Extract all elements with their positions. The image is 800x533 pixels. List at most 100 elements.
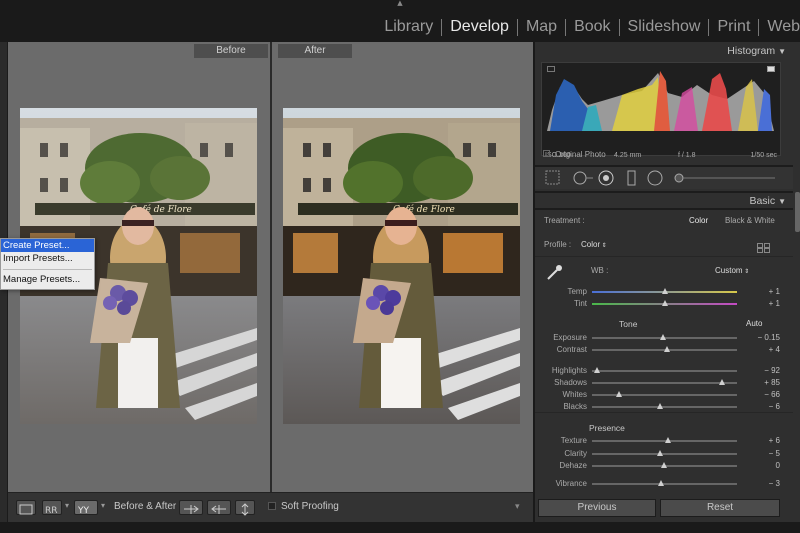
white-balance-eyedropper-icon[interactable] <box>544 262 564 282</box>
soft-proofing-checkbox[interactable] <box>268 502 276 510</box>
module-develop[interactable]: Develop <box>450 18 509 36</box>
treatment-color-option[interactable]: Color <box>689 216 708 225</box>
before-after-label: Before & After : <box>114 501 182 512</box>
copy-after-to-before-button[interactable] <box>207 500 231 515</box>
clarity-label: Clarity <box>564 449 587 458</box>
contrast-label: Contrast <box>556 345 587 354</box>
reset-button[interactable]: Reset <box>660 499 780 517</box>
blacks-label: Blacks <box>563 402 587 411</box>
collapse-top-panel-icon[interactable]: ▲ <box>395 0 405 7</box>
swap-before-after-button[interactable] <box>235 500 255 516</box>
whites-slider-thumb[interactable] <box>616 391 623 397</box>
shadows-label: Shadows <box>554 378 587 387</box>
graduated-filter-icon[interactable] <box>627 170 636 186</box>
blacks-slider[interactable] <box>592 406 737 408</box>
highlights-value[interactable]: − 92 <box>750 366 780 375</box>
treatment-bw-option[interactable]: Black & White <box>725 216 775 225</box>
dehaze-slider-thumb[interactable] <box>661 462 667 468</box>
copy-before-to-after-button[interactable] <box>179 500 203 515</box>
toolbar-menu-arrow-icon[interactable]: ▾ <box>515 501 520 512</box>
basic-header[interactable]: Basic ▼ <box>535 195 792 207</box>
clarity-value[interactable]: − 5 <box>750 449 780 458</box>
whites-value[interactable]: − 66 <box>750 390 780 399</box>
module-print[interactable]: Print <box>717 18 750 36</box>
before-after-view-icon[interactable]: RR <box>42 500 62 516</box>
histogram-header[interactable]: Histogram ▼ <box>535 45 792 57</box>
highlight-clipping-indicator[interactable] <box>767 66 775 72</box>
wb-label: WB : <box>591 266 609 275</box>
tone-label: Tone <box>619 319 638 329</box>
menu-separator <box>3 269 92 270</box>
profile-select[interactable]: Color ⇕ <box>581 240 607 249</box>
loupe-view-button[interactable] <box>16 500 36 515</box>
vibrance-slider-thumb[interactable] <box>658 480 665 486</box>
shadows-slider-thumb[interactable] <box>719 379 725 385</box>
exposure-slider-thumb[interactable] <box>659 334 666 340</box>
dehaze-value[interactable]: 0 <box>750 461 780 470</box>
module-book[interactable]: Book <box>574 18 610 36</box>
contrast-value[interactable]: + 4 <box>750 345 780 354</box>
shadows-slider[interactable] <box>592 382 737 384</box>
original-photo-label: Original Photo <box>555 150 606 159</box>
panel-collapse-triangle-icon: ▼ <box>778 47 786 56</box>
manage-presets-menu-item[interactable]: Manage Presets... <box>1 273 94 286</box>
panel-divider <box>535 191 793 193</box>
texture-label: Texture <box>560 436 587 445</box>
crop-overlay-icon[interactable] <box>545 170 560 185</box>
tint-value[interactable]: + 1 <box>750 299 780 308</box>
compare-dropdown-arrow-icon[interactable]: ▾ <box>101 501 105 510</box>
basic-title: Basic <box>749 195 776 207</box>
import-presets-menu-item[interactable]: Import Presets... <box>1 252 94 265</box>
profile-browser-grid-icon[interactable] <box>757 238 771 253</box>
blacks-slider-thumb[interactable] <box>656 403 663 409</box>
vibrance-value[interactable]: − 3 <box>750 479 780 488</box>
texture-slider-thumb[interactable] <box>665 437 672 443</box>
clarity-slider-thumb[interactable] <box>656 450 663 456</box>
module-web[interactable]: Web <box>767 18 800 36</box>
blacks-value[interactable]: − 6 <box>750 402 780 411</box>
presence-label: Presence <box>589 423 625 433</box>
vibrance-slider[interactable] <box>592 483 737 485</box>
view-dropdown-arrow-icon[interactable]: ▾ <box>65 501 69 510</box>
module-separator <box>516 18 518 36</box>
filmstrip-collapsed[interactable] <box>0 522 800 533</box>
dehaze-label: Dehaze <box>559 461 587 470</box>
focal-length-readout: 4.25 mm <box>614 152 642 159</box>
red-eye-correction-icon[interactable] <box>598 170 614 186</box>
module-library[interactable]: Library <box>384 18 433 36</box>
shadow-clipping-indicator[interactable] <box>547 66 555 72</box>
original-photo-indicator <box>543 150 550 157</box>
previous-button[interactable]: Previous <box>538 499 656 517</box>
after-pane: After Café de Flore <box>272 42 533 492</box>
tint-slider-thumb[interactable] <box>662 300 669 306</box>
spot-removal-icon[interactable] <box>573 171 593 185</box>
whites-slider[interactable] <box>592 394 737 396</box>
contrast-slider-thumb[interactable] <box>663 346 670 352</box>
temp-slider-thumb[interactable] <box>662 288 669 294</box>
module-map[interactable]: Map <box>526 18 557 36</box>
tone-auto-button[interactable]: Auto <box>746 319 762 328</box>
before-label: Before <box>194 44 268 58</box>
temp-label: Temp <box>567 287 587 296</box>
wb-select[interactable]: Custom ⇕ <box>715 266 749 275</box>
module-picker-bar: ▲ Library Develop Map Book Slideshow Print Web <box>0 0 800 42</box>
shadows-value[interactable]: + 85 <box>750 378 780 387</box>
before-after-side-by-side-button[interactable]: YY <box>74 500 98 516</box>
panel-collapse-triangle-icon: ▼ <box>778 197 786 206</box>
highlights-slider-thumb[interactable] <box>594 367 601 373</box>
highlights-slider[interactable] <box>592 370 737 372</box>
exposure-value[interactable]: − 0.15 <box>750 333 780 342</box>
adjustment-brush-icon[interactable] <box>674 173 775 183</box>
radial-filter-icon[interactable] <box>647 170 663 186</box>
histogram-graph <box>547 71 774 131</box>
create-preset-menu-item[interactable]: Create Preset... <box>1 239 94 252</box>
clarity-slider[interactable] <box>592 453 737 455</box>
section-divider <box>535 256 793 257</box>
stepper-arrows-icon: ⇕ <box>742 269 750 275</box>
texture-value[interactable]: + 6 <box>750 436 780 445</box>
temp-value[interactable]: + 1 <box>750 287 780 296</box>
module-separator <box>708 18 710 36</box>
histogram: ISO 160 4.25 mm f / 1.8 1/50 sec <box>541 62 781 159</box>
module-slideshow[interactable]: Slideshow <box>628 18 701 36</box>
panel-scrollbar[interactable] <box>795 192 800 232</box>
